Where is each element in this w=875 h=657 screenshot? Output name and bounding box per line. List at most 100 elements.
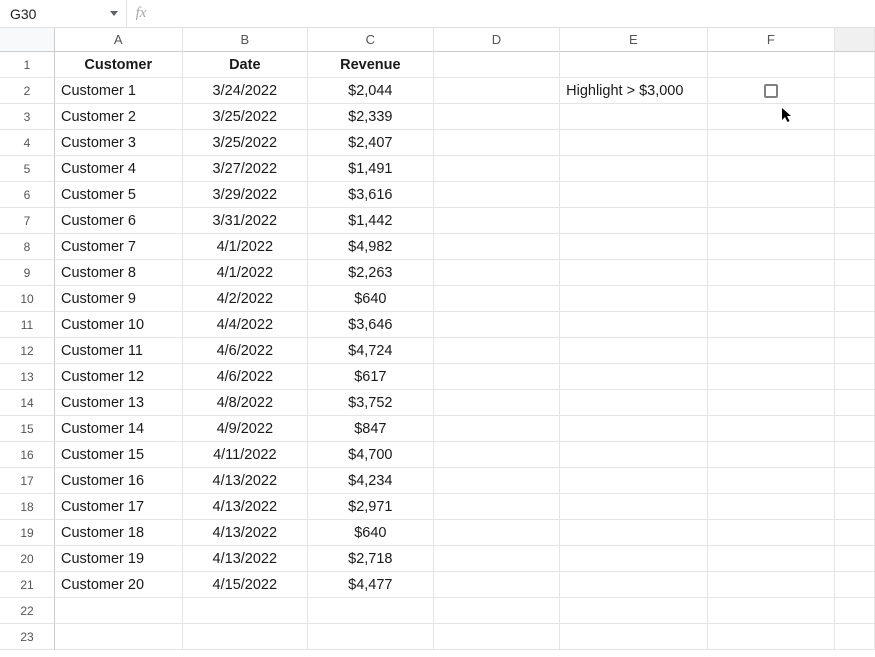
cell-empty[interactable]: [560, 598, 707, 624]
cell-empty[interactable]: [434, 104, 561, 130]
name-box-dropdown-icon[interactable]: [110, 11, 118, 16]
cell-empty[interactable]: [55, 598, 183, 624]
cell-empty[interactable]: [55, 624, 183, 650]
cell-header-date[interactable]: Date: [183, 52, 309, 78]
formula-input[interactable]: [155, 0, 875, 27]
cell-empty[interactable]: [708, 390, 836, 416]
column-header-E[interactable]: E: [560, 28, 707, 52]
row-header-9[interactable]: 9: [0, 260, 55, 286]
cell-empty[interactable]: [308, 624, 434, 650]
cell-date[interactable]: 4/13/2022: [183, 494, 309, 520]
cell-date[interactable]: 4/2/2022: [183, 286, 309, 312]
cell-empty[interactable]: [835, 624, 875, 650]
cell-empty[interactable]: [835, 312, 875, 338]
cell-date[interactable]: 4/4/2022: [183, 312, 309, 338]
cell-empty[interactable]: [560, 520, 707, 546]
cell-customer[interactable]: Customer 13: [55, 390, 183, 416]
cell-customer[interactable]: Customer 2: [55, 104, 183, 130]
cell-customer[interactable]: Customer 11: [55, 338, 183, 364]
cell-empty[interactable]: [434, 208, 561, 234]
cell-empty[interactable]: [560, 156, 707, 182]
cell-empty[interactable]: [434, 156, 561, 182]
row-header-17[interactable]: 17: [0, 468, 55, 494]
cell-empty[interactable]: [835, 78, 875, 104]
cell-customer[interactable]: Customer 10: [55, 312, 183, 338]
cell-revenue[interactable]: $2,407: [308, 130, 434, 156]
cell-customer[interactable]: Customer 9: [55, 286, 183, 312]
column-header-B[interactable]: B: [183, 28, 309, 52]
cell-empty[interactable]: [835, 234, 875, 260]
cell-revenue[interactable]: $3,646: [308, 312, 434, 338]
cell-customer[interactable]: Customer 20: [55, 572, 183, 598]
cell-date[interactable]: 4/1/2022: [183, 234, 309, 260]
row-header-5[interactable]: 5: [0, 156, 55, 182]
cell-empty[interactable]: [434, 442, 561, 468]
cell-empty[interactable]: [835, 494, 875, 520]
cell-empty[interactable]: [434, 598, 561, 624]
cell-date[interactable]: 4/13/2022: [183, 546, 309, 572]
cell-empty[interactable]: [560, 234, 707, 260]
cell-empty[interactable]: [434, 390, 561, 416]
cell-empty[interactable]: [835, 390, 875, 416]
cell-empty[interactable]: [183, 598, 309, 624]
cell-empty[interactable]: [708, 104, 836, 130]
highlight-checkbox[interactable]: [764, 84, 778, 98]
cell-empty[interactable]: [560, 260, 707, 286]
cell-empty[interactable]: [560, 390, 707, 416]
cell-revenue[interactable]: $4,724: [308, 338, 434, 364]
column-header-A[interactable]: A: [55, 28, 183, 52]
cell-empty[interactable]: [835, 130, 875, 156]
row-header-1[interactable]: 1: [0, 52, 55, 78]
cell-empty[interactable]: [708, 234, 836, 260]
cell-revenue[interactable]: $2,263: [308, 260, 434, 286]
cell-empty[interactable]: [434, 260, 561, 286]
row-header-11[interactable]: 11: [0, 312, 55, 338]
grid[interactable]: CustomerDateRevenueCustomer 13/24/2022$2…: [55, 52, 875, 650]
cell-empty[interactable]: [560, 416, 707, 442]
cell-empty[interactable]: [560, 546, 707, 572]
cell-empty[interactable]: [708, 364, 836, 390]
column-header-F[interactable]: F: [708, 28, 836, 52]
cell-empty[interactable]: [434, 182, 561, 208]
cell-empty[interactable]: [434, 468, 561, 494]
cell-empty[interactable]: [560, 52, 707, 78]
cell-header-customer[interactable]: Customer: [55, 52, 183, 78]
cell-empty[interactable]: [708, 208, 836, 234]
cell-empty[interactable]: [560, 468, 707, 494]
cell-empty[interactable]: [708, 624, 836, 650]
row-header-8[interactable]: 8: [0, 234, 55, 260]
cell-revenue[interactable]: $3,752: [308, 390, 434, 416]
cell-empty[interactable]: [835, 260, 875, 286]
cell-customer[interactable]: Customer 16: [55, 468, 183, 494]
row-header-12[interactable]: 12: [0, 338, 55, 364]
row-header-3[interactable]: 3: [0, 104, 55, 130]
cell-date[interactable]: 3/29/2022: [183, 182, 309, 208]
cell-revenue[interactable]: $847: [308, 416, 434, 442]
column-header-C[interactable]: C: [308, 28, 434, 52]
cell-empty[interactable]: [560, 312, 707, 338]
cell-customer[interactable]: Customer 14: [55, 416, 183, 442]
cell-date[interactable]: 4/13/2022: [183, 468, 309, 494]
row-header-7[interactable]: 7: [0, 208, 55, 234]
row-header-16[interactable]: 16: [0, 442, 55, 468]
cell-empty[interactable]: [708, 156, 836, 182]
select-all-corner[interactable]: [0, 28, 55, 52]
cell-empty[interactable]: [708, 312, 836, 338]
row-header-15[interactable]: 15: [0, 416, 55, 442]
cell-customer[interactable]: Customer 8: [55, 260, 183, 286]
cell-highlight-label[interactable]: Highlight > $3,000: [560, 78, 707, 104]
row-header-20[interactable]: 20: [0, 546, 55, 572]
cell-empty[interactable]: [560, 130, 707, 156]
cell-empty[interactable]: [835, 364, 875, 390]
cell-empty[interactable]: [835, 52, 875, 78]
cell-empty[interactable]: [835, 182, 875, 208]
cell-empty[interactable]: [560, 338, 707, 364]
cell-date[interactable]: 3/31/2022: [183, 208, 309, 234]
cell-empty[interactable]: [708, 52, 836, 78]
cell-revenue[interactable]: $640: [308, 520, 434, 546]
cell-revenue[interactable]: $2,339: [308, 104, 434, 130]
cell-revenue[interactable]: $2,044: [308, 78, 434, 104]
cell-customer[interactable]: Customer 1: [55, 78, 183, 104]
cell-empty[interactable]: [434, 416, 561, 442]
cell-empty[interactable]: [708, 182, 836, 208]
